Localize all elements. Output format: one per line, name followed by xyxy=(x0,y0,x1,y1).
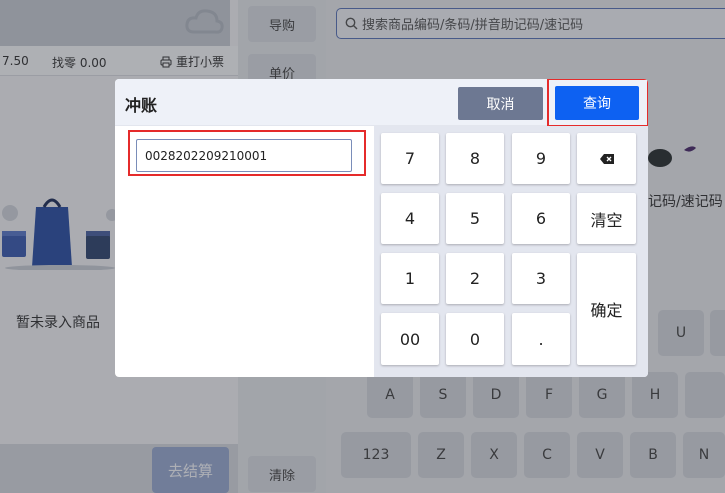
key-0[interactable]: 0 xyxy=(446,313,504,365)
key-4[interactable]: 4 xyxy=(381,193,439,244)
key-7[interactable]: 7 xyxy=(381,133,439,184)
key-6[interactable]: 6 xyxy=(512,193,570,244)
reversal-dialog: 冲账 取消 查询 7 8 9 4 5 6 清空 1 2 3 确定 00 0 . xyxy=(115,79,648,377)
backspace-key[interactable] xyxy=(577,133,636,184)
confirm-key[interactable]: 确定 xyxy=(577,253,636,365)
dialog-header: 冲账 取消 查询 xyxy=(115,79,648,127)
key-1[interactable]: 1 xyxy=(381,253,439,304)
key-9[interactable]: 9 xyxy=(512,133,570,184)
order-number-input[interactable] xyxy=(136,139,352,172)
dialog-title: 冲账 xyxy=(125,96,158,115)
query-button[interactable]: 查询 xyxy=(555,86,639,120)
key-2[interactable]: 2 xyxy=(446,253,504,304)
key-8[interactable]: 8 xyxy=(446,133,504,184)
clear-all-key[interactable]: 清空 xyxy=(577,193,636,244)
key-00[interactable]: 00 xyxy=(381,313,439,365)
numeric-keypad: 7 8 9 4 5 6 清空 1 2 3 确定 00 0 . xyxy=(374,126,648,377)
key-3[interactable]: 3 xyxy=(512,253,570,304)
key-5[interactable]: 5 xyxy=(446,193,504,244)
key-dot[interactable]: . xyxy=(512,313,570,365)
backspace-icon xyxy=(599,153,614,164)
cancel-button[interactable]: 取消 xyxy=(458,87,543,120)
